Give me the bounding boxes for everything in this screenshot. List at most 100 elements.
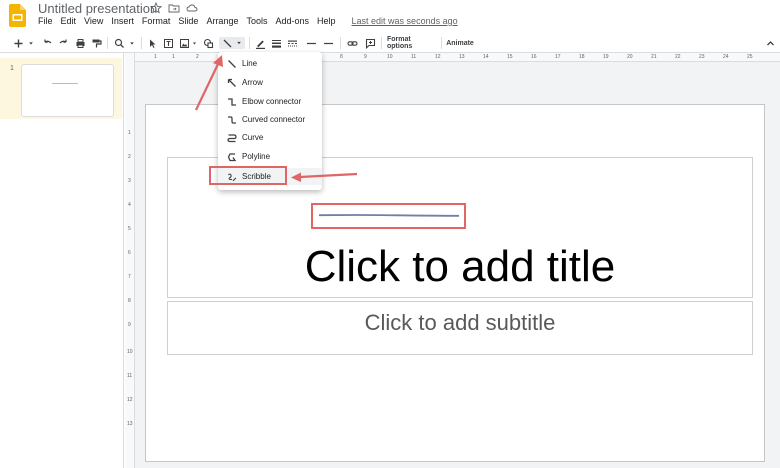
line-dash-button[interactable]: [286, 37, 298, 49]
polyline-icon: [226, 151, 238, 163]
move-folder-icon[interactable]: [168, 2, 180, 14]
ruler-mark: 19: [603, 54, 609, 60]
zoom-icon: [114, 38, 124, 48]
menu-item-elbow-connector[interactable]: Elbow connector: [218, 93, 322, 110]
new-slide-dropdown[interactable]: [27, 37, 35, 49]
ruler-mark: 15: [507, 54, 513, 60]
line-start-button[interactable]: [305, 37, 317, 49]
shape-button[interactable]: [202, 37, 214, 49]
slides-logo-icon[interactable]: [9, 4, 26, 27]
toolbar-separator: [381, 37, 382, 49]
ruler-mark: 9: [364, 54, 367, 60]
ruler-mark: 8: [340, 54, 343, 60]
insert-image-button[interactable]: [178, 37, 190, 49]
menu-item-arrow[interactable]: Arrow: [218, 74, 322, 91]
line-weight-icon: [271, 39, 281, 48]
cloud-status-icon[interactable]: [186, 2, 198, 14]
format-options-button[interactable]: Format options: [387, 36, 437, 50]
menu-item-label: Curve: [242, 133, 264, 142]
new-slide-button[interactable]: [12, 37, 24, 49]
filmstrip-slide-1[interactable]: 1: [0, 58, 122, 119]
menu-item-polyline[interactable]: Polyline: [218, 148, 322, 165]
pen-icon: [255, 40, 265, 49]
select-button[interactable]: [146, 37, 158, 49]
line-icon: [226, 58, 238, 70]
ruler-mark: 25: [747, 54, 753, 60]
redo-button[interactable]: [57, 37, 69, 49]
ruler-mark: 16: [531, 54, 537, 60]
menu-add-ons[interactable]: Add-ons: [275, 16, 313, 26]
slide-thumbnail[interactable]: [21, 64, 114, 117]
image-icon: [179, 38, 189, 48]
menu-item-curved-connector[interactable]: Curved connector: [218, 111, 322, 128]
menu-slide[interactable]: Slide: [178, 16, 202, 26]
ruler-mark: 4: [128, 202, 131, 208]
print-button[interactable]: [74, 37, 86, 49]
line-end-button[interactable]: [322, 37, 334, 49]
toolbar-separator: [441, 37, 442, 49]
ruler-mark: 10: [387, 54, 393, 60]
line-weight-button[interactable]: [270, 37, 282, 49]
line-tool-button[interactable]: [219, 37, 245, 49]
image-dropdown[interactable]: [191, 37, 198, 49]
curved-connector-icon: [226, 114, 238, 126]
ruler-mark: 11: [411, 54, 417, 60]
menu-file[interactable]: File: [38, 16, 57, 26]
menu-format[interactable]: Format: [142, 16, 175, 26]
menu-item-label: Line: [242, 59, 258, 68]
paint-format-button[interactable]: [90, 37, 102, 49]
last-edit-link[interactable]: Last edit was seconds ago: [352, 16, 462, 26]
document-title[interactable]: Untitled presentation: [38, 1, 157, 16]
arrow-icon: [226, 77, 238, 89]
ruler-mark: 23: [699, 54, 705, 60]
zoom-dropdown[interactable]: [128, 37, 136, 49]
menu-item-line[interactable]: Line: [218, 55, 322, 72]
ruler-mark: 12: [435, 54, 441, 60]
add-comment-button[interactable]: [364, 37, 376, 49]
menu-help[interactable]: Help: [317, 16, 340, 26]
menu-arrange[interactable]: Arrange: [206, 16, 242, 26]
ruler-mark: 12: [127, 397, 133, 403]
paint-format-icon: [92, 39, 102, 47]
ruler-mark: 1: [154, 54, 157, 60]
collapse-toolbar-button[interactable]: [764, 37, 776, 49]
redo-icon: [59, 39, 67, 43]
slide-filmstrip: 1: [0, 53, 124, 468]
menu-tools[interactable]: Tools: [246, 16, 271, 26]
ruler-mark: 7: [128, 274, 131, 280]
vertical-ruler: 1 2 3 4 5 6 7 8 9 10 11 12 13: [125, 53, 135, 468]
ruler-mark: 11: [127, 373, 133, 379]
menu-view[interactable]: View: [84, 16, 107, 26]
star-icon[interactable]: [150, 2, 162, 14]
ruler-mark: 14: [483, 54, 489, 60]
thumbnail-title-placeholder: [52, 83, 78, 84]
ruler-mark: 20: [627, 54, 633, 60]
undo-icon: [43, 39, 51, 43]
ruler-mark: 13: [127, 421, 133, 427]
app-header: Untitled presentation File Edit View Ins…: [0, 0, 780, 33]
line-color-button[interactable]: [254, 37, 266, 49]
caret-down-icon: [192, 42, 197, 44]
ruler-mark: 13: [459, 54, 465, 60]
menu-item-curve[interactable]: Curve: [218, 129, 322, 146]
animate-button[interactable]: Animate: [446, 37, 474, 49]
print-icon: [76, 38, 84, 48]
ruler-mark: 1: [172, 54, 175, 60]
caret-down-icon: [29, 41, 33, 45]
insert-link-button[interactable]: [346, 37, 358, 49]
elbow-connector-icon: [226, 96, 238, 108]
undo-button[interactable]: [41, 37, 53, 49]
title-placeholder-text: Click to add title: [304, 242, 616, 291]
menu-edit[interactable]: Edit: [61, 16, 81, 26]
menu-insert[interactable]: Insert: [111, 16, 138, 26]
line-dash-icon: [287, 40, 297, 46]
text-box-button[interactable]: [162, 37, 174, 49]
subtitle-placeholder-text: Click to add subtitle: [364, 310, 556, 335]
ruler-mark: 17: [555, 54, 561, 60]
ruler-mark: 9: [128, 322, 131, 328]
curve-icon: [226, 132, 238, 144]
menu-item-label: Curved connector: [242, 115, 306, 124]
zoom-button[interactable]: [113, 37, 125, 49]
ruler-mark: 2: [128, 154, 131, 160]
subtitle-placeholder[interactable]: Click to add subtitle: [167, 301, 753, 355]
